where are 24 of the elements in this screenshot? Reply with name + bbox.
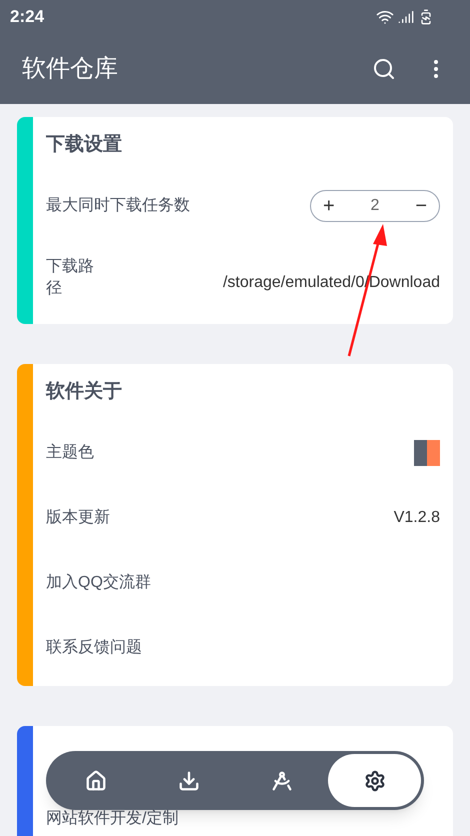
setting-label[interactable]: 主题色 — [46, 444, 94, 462]
minus-button[interactable]: − — [415, 196, 427, 216]
search-icon[interactable] — [372, 57, 396, 81]
setting-value: V1.2.8 — [394, 508, 440, 528]
setting-label[interactable]: 网站软件开发/定制 — [46, 810, 178, 828]
card-title: 下载设置 — [46, 132, 122, 157]
setting-label[interactable]: 版本更新 — [46, 508, 110, 526]
gear-icon — [364, 770, 386, 792]
setting-label[interactable]: 下载路径 — [46, 256, 102, 300]
plus-button[interactable]: + — [323, 196, 335, 216]
setting-label[interactable]: 联系反馈问题 — [46, 638, 142, 656]
app-title: 软件仓库 — [22, 54, 118, 84]
drafting-compass-icon — [270, 770, 292, 792]
nav-tab[interactable] — [328, 754, 421, 807]
setting-label[interactable]: 加入QQ交流群 — [46, 574, 151, 592]
card-title: 软件关于 — [46, 380, 122, 404]
wifi-icon — [376, 8, 394, 26]
setting-label[interactable]: 最大同时下载任务数 — [46, 196, 190, 214]
stepper-control[interactable]: + 2 − — [310, 190, 440, 222]
home-icon — [84, 770, 106, 792]
status-time: 2:24 — [10, 6, 44, 28]
download-icon — [178, 770, 200, 792]
signal-icon — [398, 9, 414, 25]
stepper-value: 2 — [370, 196, 380, 216]
